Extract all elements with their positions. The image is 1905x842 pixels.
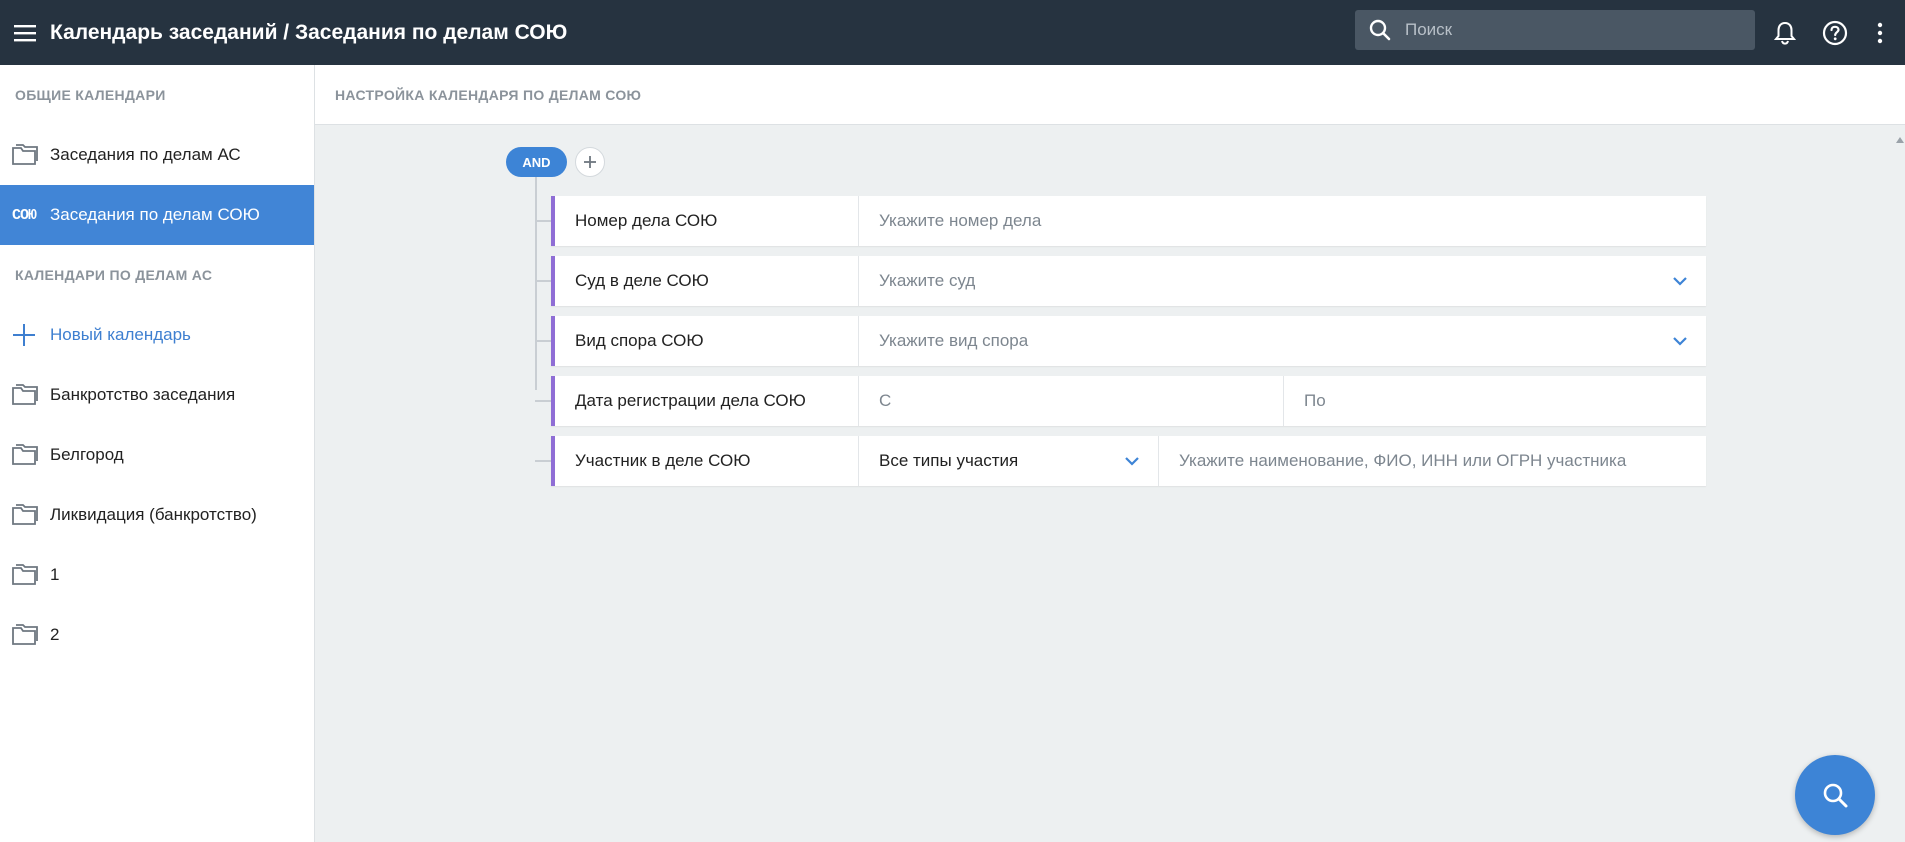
new-calendar-button[interactable]: Новый календарь [0, 305, 314, 365]
sidebar-item-2[interactable]: 2 [0, 605, 314, 665]
participant-input[interactable]: Укажите наименование, ФИО, ИНН или ОГРН … [1159, 436, 1706, 486]
filter-row-case-number: Номер дела СОЮ Укажите номер дела [551, 196, 1706, 246]
filter-row-registration-date: Дата регистрации дела СОЮ С По [551, 376, 1706, 426]
sidebar-item-as-sessions[interactable]: Заседания по делам АС [0, 125, 314, 185]
sidebar-item-label: Банкротство заседания [50, 385, 236, 404]
soyu-icon: СОЮ [12, 207, 50, 224]
search-fab-button[interactable] [1795, 755, 1875, 835]
sidebar-item-label: 2 [50, 625, 60, 644]
sidebar-header-as: КАЛЕНДАРИ ПО ДЕЛАМ АС [15, 267, 213, 283]
hamburger-icon [14, 24, 36, 41]
sidebar-item-belgorod[interactable]: Белгород [0, 425, 314, 485]
and-operator-button[interactable]: AND [506, 147, 567, 177]
date-to-input[interactable]: По [1284, 376, 1706, 426]
folder-icon [12, 384, 50, 406]
filter-row-dispute-type: Вид спора СОЮ Укажите вид спора [551, 316, 1706, 366]
tree-connector [535, 280, 551, 282]
participation-type-select[interactable]: Все типы участия [859, 436, 1159, 486]
help-icon [1822, 20, 1848, 46]
filter-label: Участник в деле СОЮ [555, 436, 859, 486]
sidebar: ОБЩИЕ КАЛЕНДАРИ Заседания по делам АС СО… [0, 65, 315, 842]
case-number-input[interactable]: Укажите номер дела [859, 196, 1706, 246]
tree-connector [535, 460, 551, 462]
more-options-button[interactable] [1865, 13, 1895, 53]
search-box[interactable] [1355, 10, 1755, 50]
chevron-down-icon [1673, 277, 1687, 286]
scroll-up-arrow[interactable] [1895, 132, 1905, 143]
search-icon [1823, 783, 1848, 808]
court-select-placeholder: Укажите суд [879, 271, 976, 290]
dispute-type-select[interactable]: Укажите вид спора [859, 316, 1706, 366]
search-icon [1355, 19, 1405, 41]
filter-label: Суд в деле СОЮ [555, 256, 859, 306]
sidebar-item-label: 1 [50, 565, 60, 584]
filter-row-participant: Участник в деле СОЮ Все типы участия Ука… [551, 436, 1706, 486]
triangle-up-icon [1896, 137, 1904, 143]
tree-connector [535, 220, 551, 222]
filter-row-court: Суд в деле СОЮ Укажите суд [551, 256, 1706, 306]
more-vertical-icon [1877, 22, 1883, 44]
hamburger-menu-button[interactable] [0, 0, 50, 65]
tree-connector [535, 340, 551, 342]
folder-icon [12, 144, 50, 166]
notifications-button[interactable] [1765, 13, 1805, 53]
add-condition-button[interactable] [575, 147, 605, 177]
folder-icon [12, 504, 50, 526]
sidebar-item-label: Заседания по делам СОЮ [50, 205, 260, 224]
chevron-down-icon [1673, 337, 1687, 346]
plus-icon [584, 156, 596, 168]
sidebar-item-soyu-sessions[interactable]: СОЮ Заседания по делам СОЮ [0, 185, 314, 245]
bell-icon [1774, 21, 1796, 45]
plus-icon [12, 323, 50, 347]
participation-type-value: Все типы участия [879, 451, 1019, 470]
sidebar-item-liquidation[interactable]: Ликвидация (банкротство) [0, 485, 314, 545]
filter-label: Дата регистрации дела СОЮ [555, 376, 859, 426]
dispute-type-placeholder: Укажите вид спора [879, 331, 1029, 350]
sidebar-item-1[interactable]: 1 [0, 545, 314, 605]
folder-icon [12, 564, 50, 586]
folder-icon [12, 444, 50, 466]
page-title: Календарь заседаний / Заседания по делам… [50, 20, 568, 44]
sidebar-header-general: ОБЩИЕ КАЛЕНДАРИ [15, 87, 166, 103]
court-select[interactable]: Укажите суд [859, 256, 1706, 306]
top-bar: Календарь заседаний / Заседания по делам… [0, 0, 1905, 65]
sidebar-item-label: Заседания по делам АС [50, 145, 241, 164]
chevron-down-icon [1125, 457, 1139, 466]
filter-label: Номер дела СОЮ [555, 196, 859, 246]
soyu-badge: СОЮ [12, 206, 37, 224]
condition-tree-line [535, 177, 537, 390]
date-from-input[interactable]: С [859, 376, 1284, 426]
search-input[interactable] [1405, 20, 1735, 40]
tree-connector [535, 400, 551, 402]
sidebar-item-bankruptcy[interactable]: Банкротство заседания [0, 365, 314, 425]
sidebar-item-label: Ликвидация (банкротство) [50, 505, 257, 524]
sidebar-item-label: Белгород [50, 445, 124, 464]
help-button[interactable] [1815, 13, 1855, 53]
new-calendar-label: Новый календарь [50, 325, 191, 344]
main-content: НАСТРОЙКА КАЛЕНДАРЯ ПО ДЕЛАМ СОЮ AND Ном… [315, 65, 1905, 842]
folder-icon [12, 624, 50, 646]
settings-header: НАСТРОЙКА КАЛЕНДАРЯ ПО ДЕЛАМ СОЮ [315, 65, 1905, 125]
filter-label: Вид спора СОЮ [555, 316, 859, 366]
